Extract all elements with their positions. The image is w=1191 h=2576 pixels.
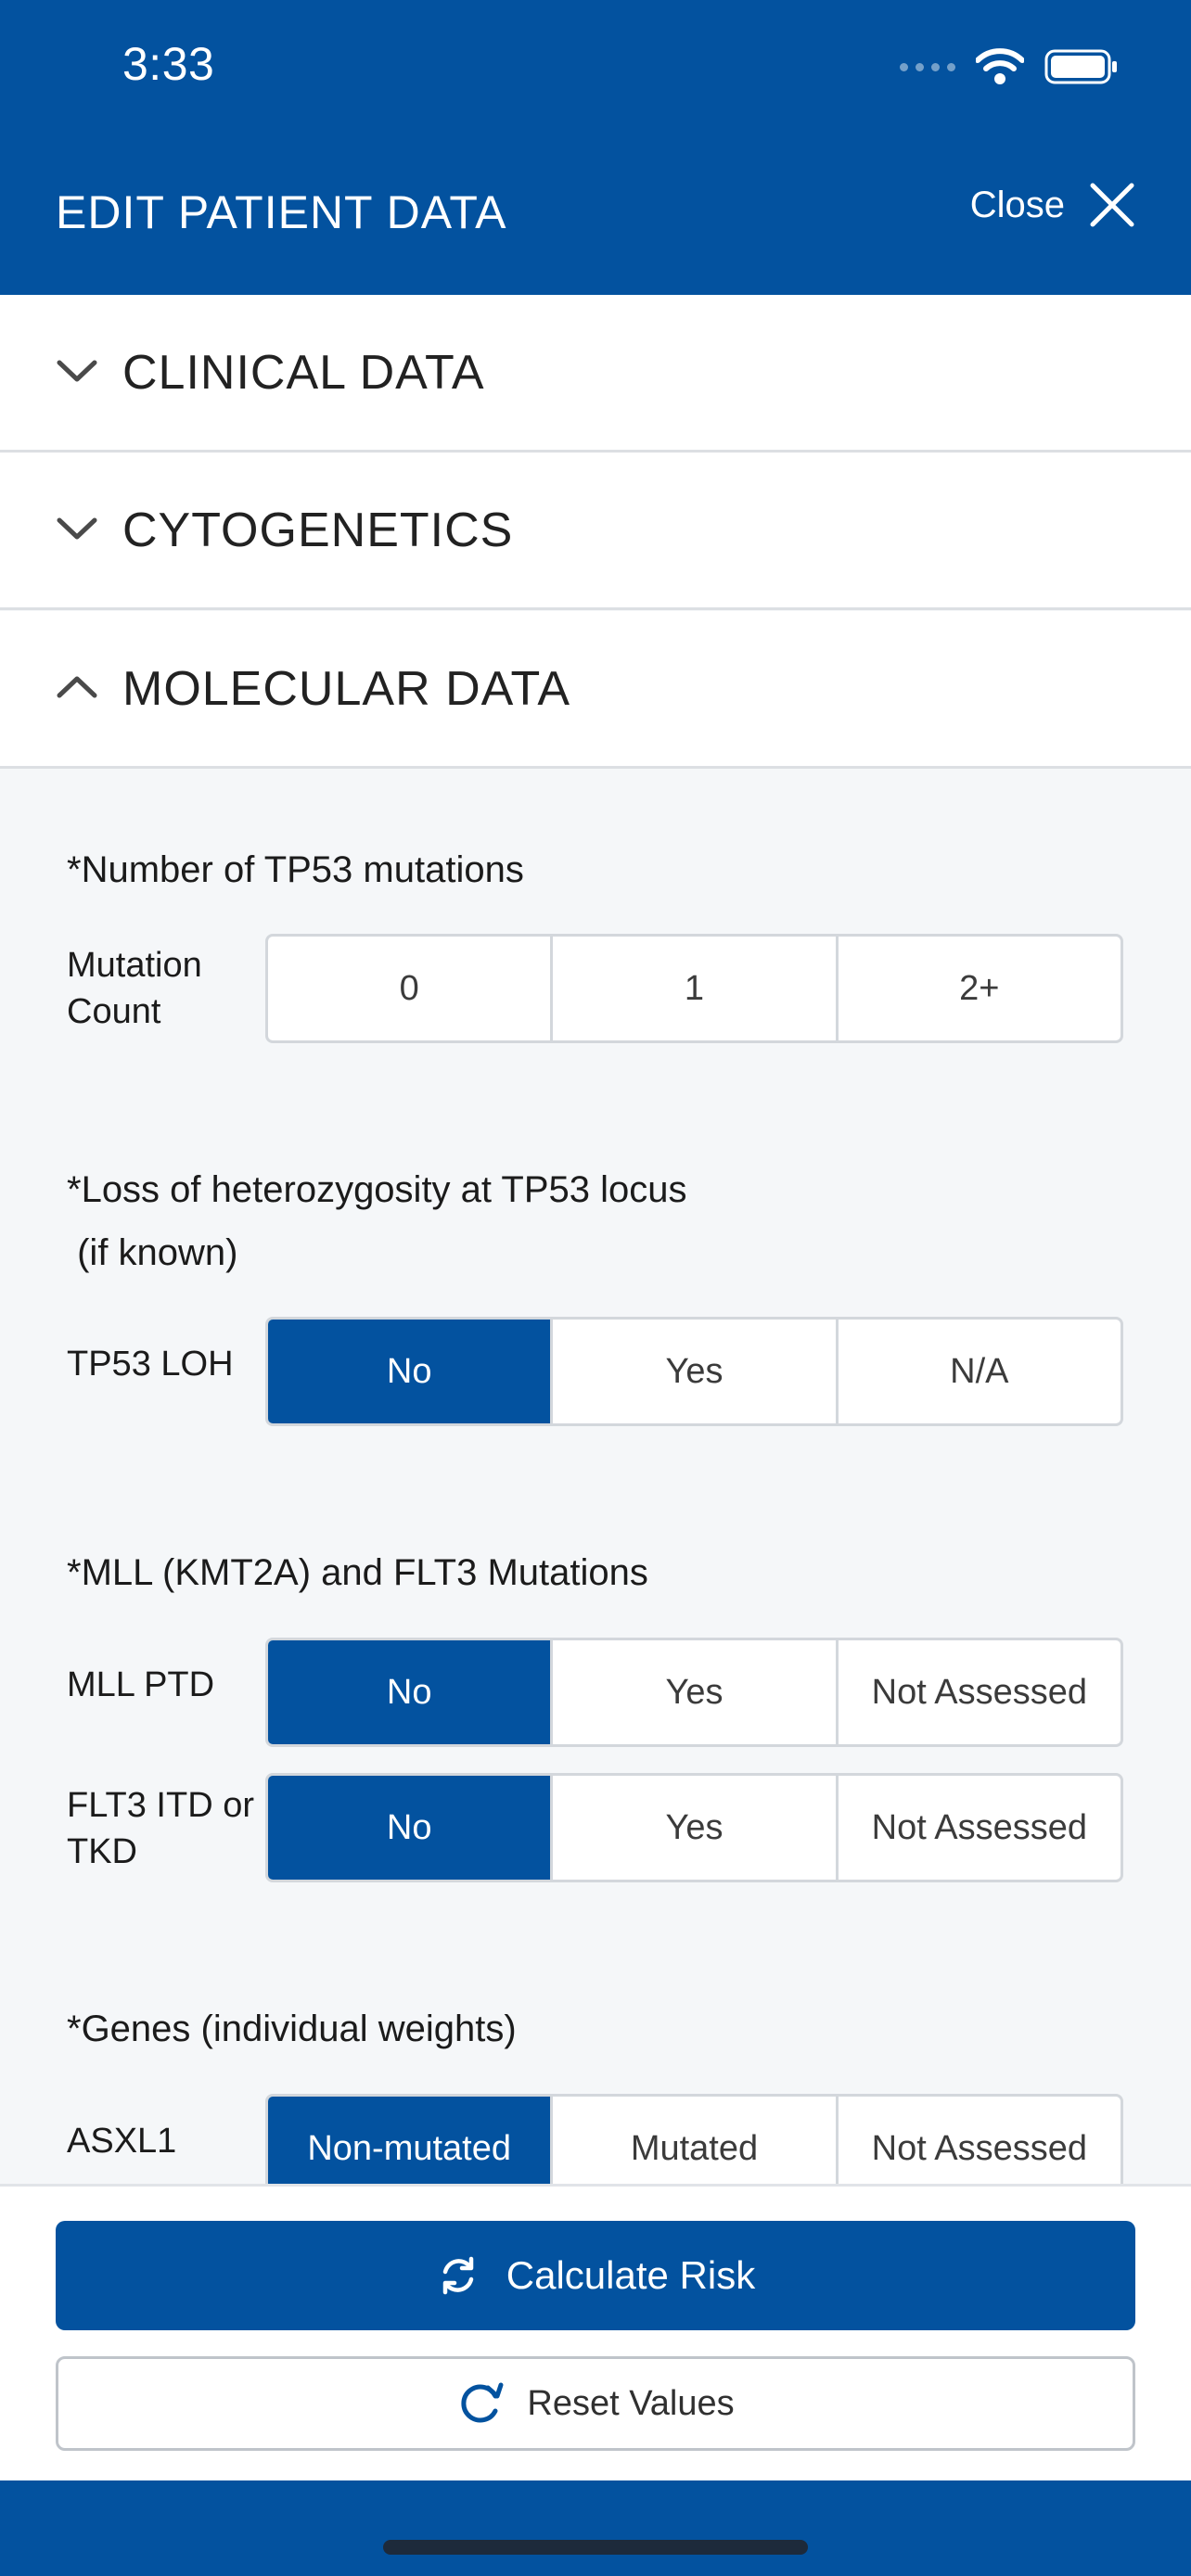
option-yes[interactable]: Yes <box>553 1776 839 1880</box>
mutation-count-selector: 0 1 2+ <box>265 934 1123 1043</box>
bottom-bar <box>0 2480 1191 2576</box>
section-label: MOLECULAR DATA <box>122 661 571 716</box>
section-clinical-data[interactable]: CLINICAL DATA <box>0 295 1191 453</box>
option-1[interactable]: 1 <box>553 937 839 1040</box>
status-icons <box>900 46 1119 87</box>
mll-ptd-selector: No Yes Not Assessed <box>265 1638 1123 1747</box>
calculate-risk-label: Calculate Risk <box>506 2253 756 2297</box>
option-na[interactable]: N/A <box>839 1320 1121 1423</box>
asxl1-selector: Non-mutated Mutated Not Assessed <box>265 2094 1123 2184</box>
refresh-icon <box>442 2256 474 2295</box>
chevron-up-icon <box>57 676 97 698</box>
mutation-count-label-line1: Mutation <box>67 946 202 985</box>
reset-values-button[interactable]: Reset Values <box>56 2356 1135 2451</box>
option-2-plus[interactable]: 2+ <box>839 937 1121 1040</box>
battery-icon <box>1044 49 1117 84</box>
cellular-signal-icon <box>900 62 955 71</box>
close-button[interactable]: Close <box>970 182 1135 228</box>
option-no[interactable]: No <box>268 1640 554 1744</box>
close-icon <box>1090 183 1134 227</box>
app-header: 3:33 EDIT PATIENT DATA Close <box>0 0 1191 295</box>
section-molecular-data[interactable]: MOLECULAR DATA <box>0 611 1191 769</box>
calculate-risk-button[interactable]: Calculate Risk <box>56 2221 1135 2330</box>
wifi-icon <box>976 48 1024 84</box>
option-non-mutated[interactable]: Non-mutated <box>268 2097 554 2184</box>
status-time: 3:33 <box>122 38 215 90</box>
option-not-assessed[interactable]: Not Assessed <box>839 1776 1121 1880</box>
option-0[interactable]: 0 <box>268 937 554 1040</box>
option-mutated[interactable]: Mutated <box>553 2097 839 2184</box>
chevron-down-icon <box>57 360 97 382</box>
reset-icon <box>461 2382 504 2423</box>
close-label: Close <box>969 184 1065 225</box>
tp53-loh-title: *Loss of heterozygosity at TP53 locus <box>67 1169 687 1210</box>
action-footer: Calculate Risk Reset Values <box>0 2184 1191 2480</box>
option-no[interactable]: No <box>268 1320 554 1423</box>
tp53-loh-label: TP53 LOH <box>67 1345 234 1384</box>
asxl1-label: ASXL1 <box>67 2122 177 2161</box>
option-not-assessed[interactable]: Not Assessed <box>839 1640 1121 1744</box>
chevron-down-icon <box>57 517 97 540</box>
option-yes[interactable]: Yes <box>553 1320 839 1423</box>
mutation-count-label-line2: Count <box>67 992 161 1031</box>
mll-ptd-label: MLL PTD <box>67 1665 215 1704</box>
section-label: CYTOGENETICS <box>122 503 514 557</box>
section-label: CLINICAL DATA <box>122 345 485 400</box>
mutation-count-label: Mutation Count <box>67 942 202 1035</box>
reset-values-label: Reset Values <box>527 2383 735 2423</box>
option-yes[interactable]: Yes <box>553 1640 839 1744</box>
option-not-assessed[interactable]: Not Assessed <box>839 2097 1121 2184</box>
section-cytogenetics[interactable]: CYTOGENETICS <box>0 453 1191 610</box>
option-no[interactable]: No <box>268 1776 554 1880</box>
flt3-label-line2: TKD <box>67 1832 137 1871</box>
molecular-data-panel: *Number of TP53 mutations Mutation Count… <box>0 769 1191 2184</box>
flt3-label-line1: FLT3 ITD or <box>67 1786 254 1825</box>
flt3-selector: No Yes Not Assessed <box>265 1773 1123 1882</box>
home-indicator[interactable] <box>383 2540 808 2555</box>
tp53-count-title: *Number of TP53 mutations <box>67 849 524 890</box>
tp53-loh-subtitle: (if known) <box>67 1232 238 1273</box>
tp53-loh-selector: No Yes N/A <box>265 1317 1123 1426</box>
page-title: EDIT PATIENT DATA <box>56 186 507 238</box>
mll-flt3-title: *MLL (KMT2A) and FLT3 Mutations <box>67 1552 648 1593</box>
genes-title: *Genes (individual weights) <box>67 2009 517 2049</box>
flt3-label: FLT3 ITD or TKD <box>67 1782 254 1875</box>
